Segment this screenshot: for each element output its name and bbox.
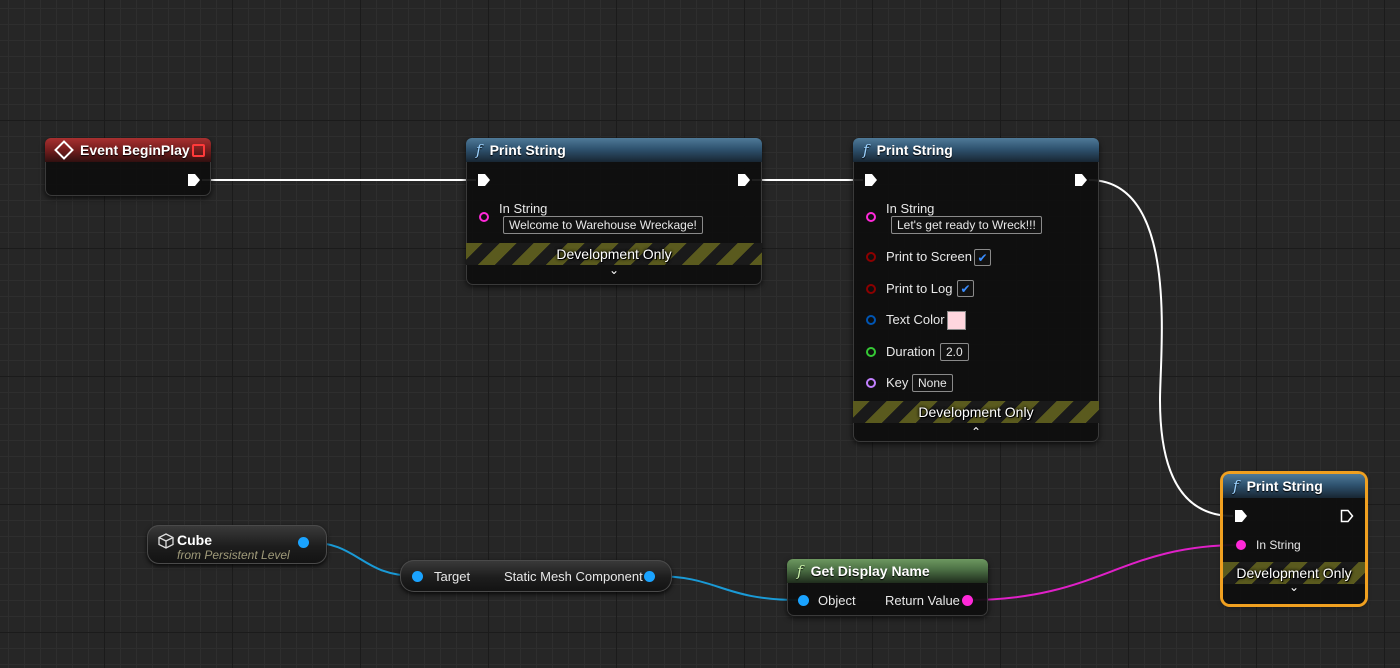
exec-in-pin[interactable] bbox=[1234, 509, 1248, 523]
print-string-node-3[interactable]: f Print String In String Development Onl… bbox=[1223, 474, 1365, 604]
get-display-name-node[interactable]: f Get Display Name Object Return Value bbox=[787, 559, 988, 616]
event-delegate-pin[interactable] bbox=[192, 144, 205, 157]
exec-out-pin[interactable] bbox=[737, 173, 751, 187]
development-only-label: Development Only bbox=[918, 404, 1034, 420]
duration-pin[interactable] bbox=[866, 347, 876, 357]
cube-object-out-pin[interactable] bbox=[298, 537, 309, 548]
target-pin[interactable] bbox=[412, 571, 423, 582]
cube-reference-node[interactable]: Cube from Persistent Level bbox=[147, 525, 327, 564]
string-wire-getname-to-print3 bbox=[967, 544, 1241, 601]
print-to-log-label: Print to Log bbox=[886, 281, 953, 296]
development-only-bar: Development Only bbox=[466, 243, 762, 265]
expand-chevron-icon[interactable]: ⌄ bbox=[609, 263, 619, 277]
print-string-title-1: Print String bbox=[489, 142, 566, 158]
print-to-log-checkbox[interactable]: ✔ bbox=[957, 280, 974, 297]
print-string-title-3: Print String bbox=[1246, 478, 1323, 494]
get-display-name-title: Get Display Name bbox=[810, 563, 930, 579]
print-string-node-1[interactable]: f Print String In String Welcome to Ware… bbox=[466, 138, 762, 285]
static-mesh-component-node[interactable]: Target Static Mesh Component bbox=[400, 560, 672, 592]
exec-out-pin[interactable] bbox=[1074, 173, 1088, 187]
duration-label: Duration bbox=[886, 344, 936, 359]
event-beginplay-node[interactable]: Event BeginPlay bbox=[45, 138, 211, 196]
check-icon: ✔ bbox=[960, 281, 971, 296]
event-diamond-icon bbox=[54, 140, 74, 160]
in-string-label: In String bbox=[886, 201, 935, 216]
in-string-value[interactable]: Welcome to Warehouse Wreckage! bbox=[503, 216, 703, 234]
print-string-header-2[interactable]: f Print String bbox=[853, 138, 1099, 162]
static-mesh-component-label: Static Mesh Component bbox=[504, 569, 643, 584]
cube-icon bbox=[158, 533, 174, 549]
expand-chevron-icon[interactable]: ⌄ bbox=[1289, 580, 1299, 594]
exec-out-pin[interactable] bbox=[1340, 509, 1354, 523]
in-string-pin[interactable] bbox=[866, 212, 876, 222]
text-color-swatch[interactable] bbox=[947, 311, 966, 330]
print-string-title-2: Print String bbox=[876, 142, 953, 158]
development-only-label: Development Only bbox=[556, 246, 672, 262]
key-value[interactable]: None bbox=[912, 374, 953, 392]
key-label: Key bbox=[886, 375, 909, 390]
return-value-pin[interactable] bbox=[962, 595, 973, 606]
in-string-value[interactable]: Let's get ready to Wreck!!! bbox=[891, 216, 1042, 234]
get-display-name-header[interactable]: f Get Display Name bbox=[787, 559, 988, 583]
collapse-chevron-icon[interactable]: ⌃ bbox=[971, 425, 981, 439]
print-to-log-pin[interactable] bbox=[866, 284, 876, 294]
function-icon: f bbox=[863, 141, 869, 159]
check-icon: ✔ bbox=[977, 250, 988, 265]
duration-value[interactable]: 2.0 bbox=[940, 343, 969, 361]
cube-subtitle: from Persistent Level bbox=[177, 548, 290, 562]
function-icon: f bbox=[797, 562, 803, 580]
wire-layer bbox=[202, 179, 1241, 601]
exec-in-pin[interactable] bbox=[477, 173, 491, 187]
object-wire-target-to-getname bbox=[653, 575, 801, 601]
print-string-node-2[interactable]: f Print String In String Let's get ready… bbox=[853, 138, 1099, 442]
in-string-pin[interactable] bbox=[479, 212, 489, 222]
object-label: Object bbox=[818, 593, 856, 608]
development-only-bar: Development Only bbox=[853, 401, 1099, 423]
text-color-label: Text Color bbox=[886, 312, 945, 327]
text-color-pin[interactable] bbox=[866, 315, 876, 325]
in-string-label: In String bbox=[499, 201, 548, 216]
event-beginplay-header[interactable]: Event BeginPlay bbox=[45, 138, 211, 162]
print-string-header-3[interactable]: f Print String bbox=[1223, 474, 1365, 498]
print-to-screen-label: Print to Screen bbox=[886, 249, 972, 264]
in-string-label: In String bbox=[1256, 538, 1301, 552]
development-only-label: Development Only bbox=[1236, 565, 1352, 581]
print-to-screen-pin[interactable] bbox=[866, 252, 876, 262]
exec-wire-print2-to-print3 bbox=[1088, 179, 1234, 517]
static-mesh-component-out-pin[interactable] bbox=[644, 571, 655, 582]
key-pin[interactable] bbox=[866, 378, 876, 388]
event-beginplay-title: Event BeginPlay bbox=[80, 142, 190, 158]
cube-title: Cube bbox=[177, 532, 212, 548]
in-string-pin[interactable] bbox=[1236, 540, 1246, 550]
function-icon: f bbox=[476, 141, 482, 159]
exec-in-pin[interactable] bbox=[864, 173, 878, 187]
function-icon: f bbox=[1233, 477, 1239, 495]
target-label: Target bbox=[434, 569, 471, 584]
print-string-header-1[interactable]: f Print String bbox=[466, 138, 762, 162]
exec-out-pin[interactable] bbox=[187, 173, 201, 187]
return-value-label: Return Value bbox=[885, 593, 960, 608]
print-to-screen-checkbox[interactable]: ✔ bbox=[974, 249, 991, 266]
object-pin[interactable] bbox=[798, 595, 809, 606]
